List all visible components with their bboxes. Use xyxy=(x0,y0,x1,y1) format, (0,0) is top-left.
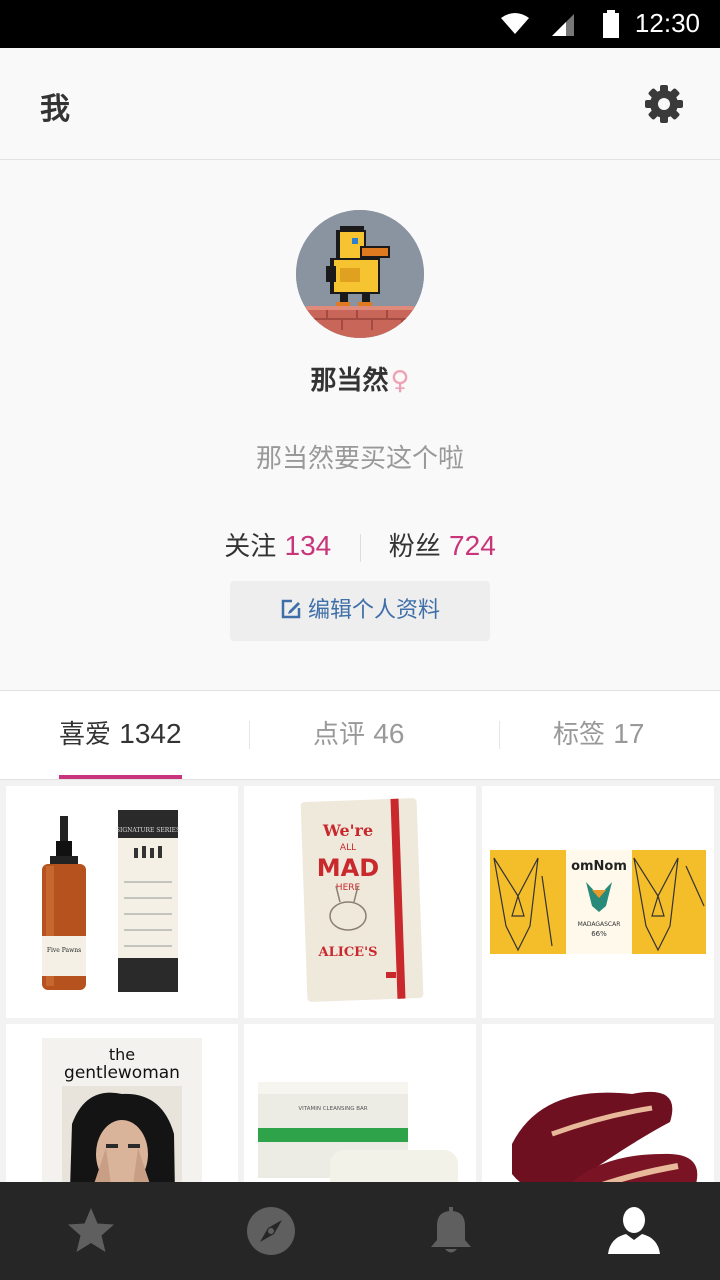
product-image: the gentlewoman xyxy=(42,1038,202,1182)
svg-text:ALICE'S: ALICE'S xyxy=(318,945,378,960)
product-image: VITAMIN CLEANSING BAR xyxy=(258,1082,458,1182)
grid-item[interactable]: We're ALL MAD HERE ALICE'S xyxy=(244,786,476,1018)
profile-tabs: 喜爱 1342 点评 46 标签 17 xyxy=(0,691,720,780)
gear-icon[interactable] xyxy=(644,84,684,124)
tab-likes-count: 1342 xyxy=(119,718,182,749)
svg-text:the: the xyxy=(109,1045,135,1064)
tab-likes[interactable]: 喜爱 1342 xyxy=(59,691,182,779)
star-icon xyxy=(68,1208,114,1252)
svg-text:MADAGASCAR: MADAGASCAR xyxy=(578,921,621,928)
following-label: 关注 xyxy=(224,532,277,562)
nav-item-me[interactable] xyxy=(540,1182,720,1280)
svg-text:MAD: MAD xyxy=(317,854,379,882)
tab-reviews-label: 点评 xyxy=(313,720,366,750)
svg-text:ALL: ALL xyxy=(340,843,356,853)
nav-item-notifications[interactable] xyxy=(360,1182,540,1280)
svg-text:66%: 66% xyxy=(591,930,607,938)
svg-text:gentlewoman: gentlewoman xyxy=(64,1063,180,1083)
svg-text:VITAMIN CLEANSING BAR: VITAMIN CLEANSING BAR xyxy=(298,1106,367,1112)
bell-icon xyxy=(431,1207,471,1253)
status-time: 12:30 xyxy=(634,8,700,38)
grid-item[interactable]: the gentlewoman xyxy=(6,1024,238,1182)
svg-text:Five Pawns: Five Pawns xyxy=(47,947,81,954)
top-app-bar: 我 xyxy=(0,48,720,160)
tab-reviews[interactable]: 点评 46 xyxy=(313,691,404,779)
nav-item-favorites[interactable] xyxy=(0,1182,180,1280)
tab-likes-label: 喜爱 xyxy=(59,720,112,750)
followers-label: 粉丝 xyxy=(388,532,441,562)
follow-stats: 关注 134 粉丝 724 xyxy=(0,526,720,563)
product-image: Five Pawns SIGNATURE SERIES xyxy=(42,810,180,992)
nickname: 那当然 xyxy=(310,366,389,396)
cell-signal-icon xyxy=(552,14,574,36)
tab-divider xyxy=(499,721,500,749)
favorites-grid: Five Pawns SIGNATURE SERIES We're ALL MA… xyxy=(0,780,720,1182)
tab-tags[interactable]: 标签 17 xyxy=(553,691,644,779)
status-bar: 12:30 xyxy=(0,0,720,48)
nav-item-discover[interactable] xyxy=(180,1182,360,1280)
tab-tags-count: 17 xyxy=(613,718,645,749)
svg-text:SIGNATURE SERIES: SIGNATURE SERIES xyxy=(116,827,180,834)
svg-text:We're: We're xyxy=(322,821,373,840)
grid-item[interactable]: Five Pawns SIGNATURE SERIES xyxy=(6,786,238,1018)
following-count: 134 xyxy=(284,530,332,561)
svg-text:omNom: omNom xyxy=(571,859,627,874)
edit-profile-button[interactable]: 编辑个人资料 xyxy=(230,581,490,641)
avatar[interactable] xyxy=(296,210,424,338)
grid-item[interactable] xyxy=(482,1024,714,1182)
female-gender-icon: ♀ xyxy=(390,366,410,396)
tab-reviews-count: 46 xyxy=(373,718,405,749)
followers-stat[interactable]: 粉丝 724 xyxy=(388,530,496,562)
grid-item[interactable]: omNom MADAGASCAR 66% xyxy=(482,786,714,1018)
tab-divider xyxy=(249,721,250,749)
bottom-nav-bar xyxy=(0,1182,720,1280)
tab-tags-label: 标签 xyxy=(553,720,606,750)
product-image: We're ALL MAD HERE ALICE'S xyxy=(300,798,424,1002)
profile-section: 那当然♀ 那当然要买这个啦 关注 134 粉丝 724 编辑个人资料 xyxy=(0,160,720,691)
nickname-row: 那当然♀ xyxy=(0,360,720,397)
compass-icon xyxy=(247,1207,295,1255)
stats-divider xyxy=(359,533,361,562)
person-icon xyxy=(608,1207,660,1254)
product-image xyxy=(512,1091,698,1182)
product-image: omNom MADAGASCAR 66% xyxy=(490,850,706,954)
page-title: 我 xyxy=(40,92,70,127)
edit-icon xyxy=(281,599,301,619)
bio-text: 那当然要买这个啦 xyxy=(255,444,464,474)
edit-profile-label: 编辑个人资料 xyxy=(307,598,440,623)
followers-count: 724 xyxy=(449,530,496,561)
battery-icon xyxy=(603,10,619,38)
wifi-icon xyxy=(501,13,529,34)
following-stat[interactable]: 关注 134 xyxy=(224,530,339,562)
grid-item[interactable]: VITAMIN CLEANSING BAR xyxy=(244,1024,476,1182)
pixel-duck-avatar-image xyxy=(296,210,424,338)
